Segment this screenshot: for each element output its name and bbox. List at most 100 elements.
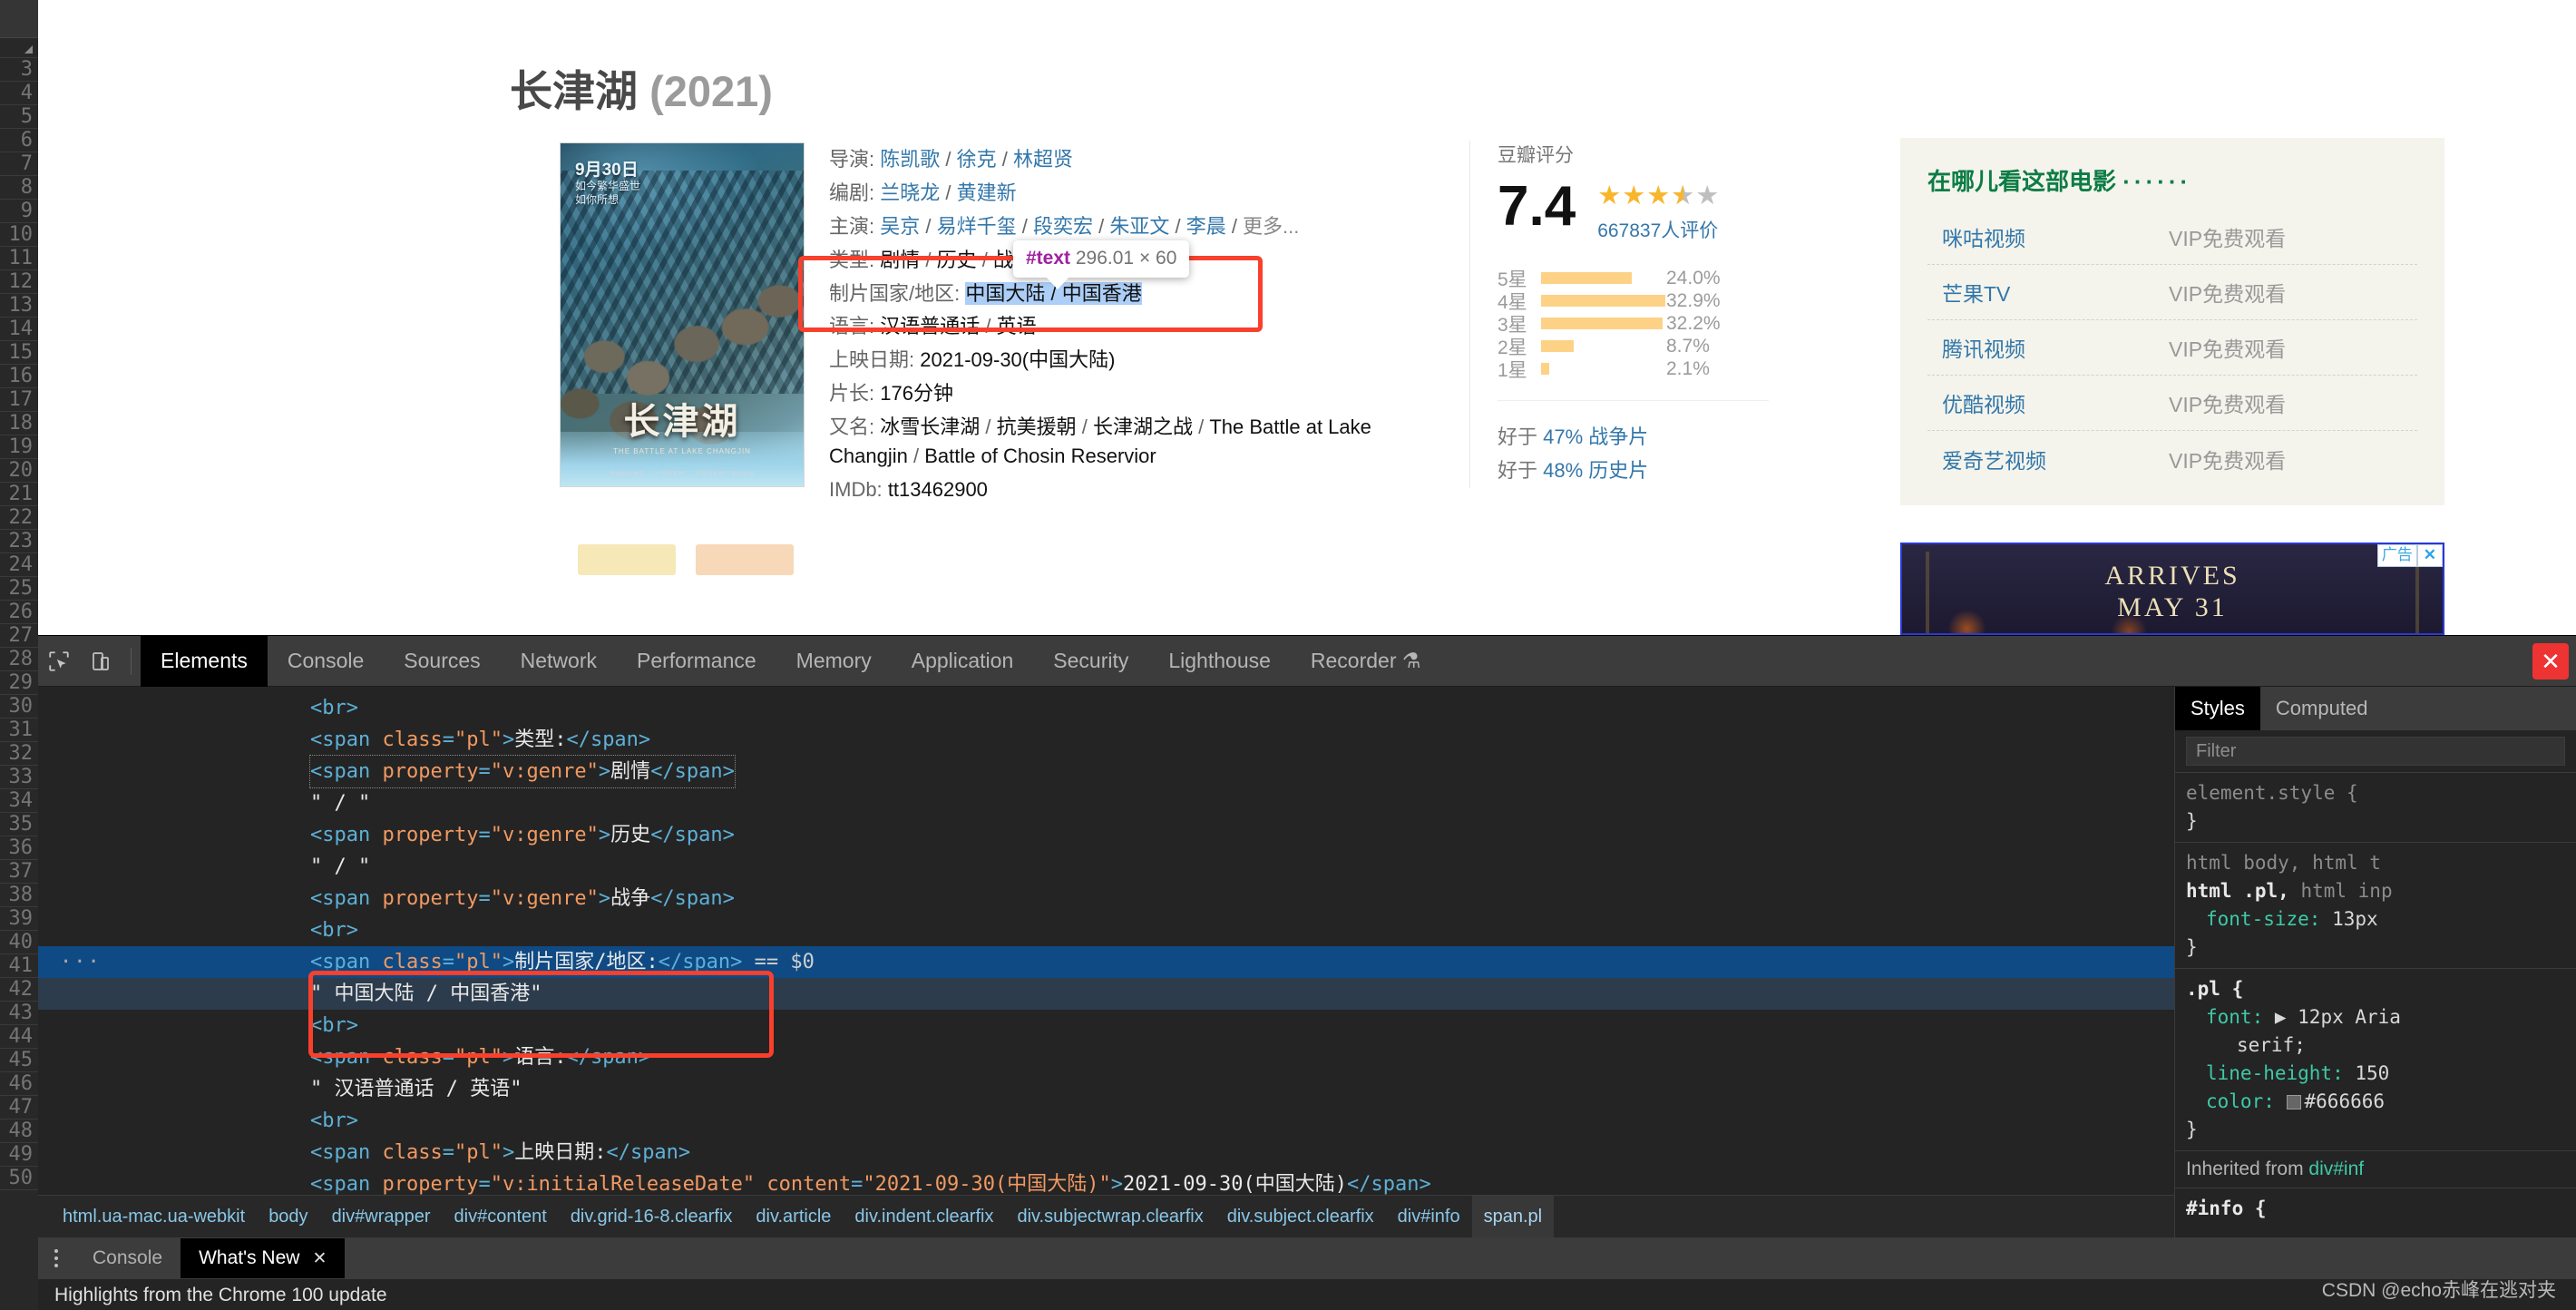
tab-network[interactable]: Network xyxy=(501,636,617,687)
breadcrumb-item[interactable]: div.subject.clearfix xyxy=(1215,1207,1386,1227)
breadcrumb-item[interactable]: div#wrapper xyxy=(320,1207,443,1227)
css-selector[interactable]: #info { xyxy=(2186,1195,2576,1223)
watch-provider-row[interactable]: 咪咕视频 VIP免费观看 xyxy=(1927,210,2417,265)
css-declaration[interactable]: color: #666666 xyxy=(2186,1088,2576,1116)
color-swatch-icon[interactable] xyxy=(2286,1095,2301,1110)
watch-provider-row[interactable]: 优酷视频 VIP免费观看 xyxy=(1927,376,2417,431)
dom-tree-line[interactable]: " 汉语普通话 / 英语" xyxy=(38,1073,2174,1105)
css-declaration[interactable]: font: ▶ 12px Aria xyxy=(2186,1003,2576,1031)
breadcrumb-item[interactable]: div#info xyxy=(1386,1207,1472,1227)
poster-tagline: 如今繁华盛世 如你所想 xyxy=(575,180,640,207)
more-options-icon[interactable] xyxy=(38,1249,74,1267)
dom-tree-line[interactable]: <span property="v:genre">历史</span> xyxy=(38,819,2174,851)
styles-filter-input[interactable]: Filter xyxy=(2186,737,2565,766)
css-rule[interactable]: element.style {} xyxy=(2175,772,2576,842)
dom-tree-line[interactable]: <span class="pl">上映日期:</span> xyxy=(38,1137,2174,1168)
ad-close-icon[interactable]: ✕ xyxy=(2416,544,2443,567)
close-icon[interactable]: ✕ xyxy=(2532,643,2569,679)
advertisement-banner[interactable]: ARRIVES MAY 31 广告 ✕ xyxy=(1900,543,2444,635)
tab-recorder[interactable]: Recorder ⚗ xyxy=(1291,636,1441,687)
inherited-from-target[interactable]: div#inf xyxy=(2308,1158,2364,1179)
watch-provider-row[interactable]: 爱奇艺视频 VIP免费观看 xyxy=(1927,431,2417,486)
better-than-percent[interactable]: 48% xyxy=(1543,459,1583,482)
elements-panel: <br> <span class="pl">类型:</span> <span pro… xyxy=(38,687,2174,1238)
tab-application[interactable]: Application xyxy=(892,636,1034,687)
dom-tree-line[interactable]: <span property="v:genre">剧情</span> xyxy=(38,755,2174,788)
dom-tree-line[interactable]: " / " xyxy=(38,851,2174,883)
tab-elements[interactable]: Elements xyxy=(141,635,268,687)
breadcrumb-item[interactable]: div.subjectwrap.clearfix xyxy=(1005,1207,1215,1227)
watch-provider-name[interactable]: 腾讯视频 xyxy=(1942,332,2169,363)
drawer-tab-console[interactable]: Console xyxy=(74,1238,181,1278)
movie-poster[interactable]: 9月30日 如今繁华盛世 如你所想 长津湖 THE BATTLE AT LAKE… xyxy=(560,142,805,487)
breadcrumb-item[interactable]: body xyxy=(257,1207,319,1227)
css-value[interactable]: #666666 xyxy=(2286,1090,2385,1112)
tab-lighthouse[interactable]: Lighthouse xyxy=(1148,636,1291,687)
info-more-link[interactable]: 更多... xyxy=(1243,215,1299,238)
watched-button[interactable] xyxy=(696,544,794,575)
watch-provider-name[interactable]: 咪咕视频 xyxy=(1942,221,2169,252)
star-filled-icon: ★ xyxy=(1622,181,1647,210)
dom-tree-line[interactable]: <br> xyxy=(38,692,2174,724)
rating-bar-row: 3星 32.2% xyxy=(1498,312,1796,336)
want-to-watch-button[interactable] xyxy=(578,544,676,575)
css-selector[interactable]: html body, html t html .pl, html inp xyxy=(2186,849,2576,905)
inspect-element-icon[interactable] xyxy=(38,640,80,682)
css-declaration[interactable]: font-size: 13px xyxy=(2186,905,2576,934)
css-value[interactable]: ▶ 12px Aria xyxy=(2275,1006,2401,1028)
css-selector[interactable]: element.style { xyxy=(2186,779,2576,807)
breadcrumb-item[interactable]: html.ua-mac.ua-webkit xyxy=(51,1207,257,1227)
drawer-tab-what-s-new[interactable]: What's New ✕ xyxy=(181,1238,346,1278)
info-value-link[interactable]: 陈凯歌 xyxy=(880,148,940,171)
info-value-link[interactable]: 朱亚文 xyxy=(1109,215,1169,238)
tab-security[interactable]: Security xyxy=(1033,636,1148,687)
info-value-link[interactable]: 李晨 xyxy=(1186,215,1226,238)
tab-styles[interactable]: Styles xyxy=(2175,687,2260,730)
css-rule[interactable]: .pl {font: ▶ 12px Aria serif; line-height:… xyxy=(2175,968,2576,1150)
watch-provider-row[interactable]: 芒果TV VIP免费观看 xyxy=(1927,265,2417,320)
dom-tree-line[interactable]: <br> xyxy=(38,914,2174,946)
dom-tree[interactable]: <br> <span class="pl">类型:</span> <span pro… xyxy=(38,687,2174,1200)
css-rule[interactable]: #info { xyxy=(2175,1188,2576,1229)
info-value-link[interactable]: 吴京 xyxy=(880,215,920,238)
close-icon[interactable]: ✕ xyxy=(312,1248,327,1269)
breadcrumb-item[interactable]: span.pl xyxy=(1471,1195,1555,1238)
device-toolbar-icon[interactable] xyxy=(80,640,122,682)
tab-console[interactable]: Console xyxy=(268,636,384,687)
better-than-genre[interactable]: 历史片 xyxy=(1588,459,1648,482)
dom-tree-line[interactable]: <span class="pl">类型:</span> xyxy=(38,724,2174,756)
css-value[interactable]: 150 xyxy=(2355,1062,2389,1084)
breadcrumb-item[interactable]: div.article xyxy=(744,1207,843,1227)
css-rule[interactable]: html body, html t html .pl, html inp font-… xyxy=(2175,842,2576,968)
info-value-link[interactable]: 兰晓龙 xyxy=(880,181,940,204)
watch-provider-name[interactable]: 优酷视频 xyxy=(1942,387,2169,418)
tab-memory[interactable]: Memory xyxy=(776,636,892,687)
gutter-line-number: 48 xyxy=(0,1119,38,1143)
tab-computed[interactable]: Computed xyxy=(2260,687,2384,730)
dom-tree-line[interactable]: " / " xyxy=(38,787,2174,819)
css-declaration[interactable]: line-height: 150 xyxy=(2186,1060,2576,1088)
tooltip-node-name: #text xyxy=(1026,248,1071,269)
gutter-line-number: 43 xyxy=(0,1002,38,1025)
rating-stars[interactable]: ★★★★ ★ xyxy=(1597,183,1720,210)
dom-tree-line[interactable]: <br> xyxy=(38,1105,2174,1137)
watch-provider-name[interactable]: 爱奇艺视频 xyxy=(1942,444,2169,474)
info-value-link[interactable]: 黄建新 xyxy=(957,181,1017,204)
tab-sources[interactable]: Sources xyxy=(384,636,500,687)
watch-provider-name[interactable]: 芒果TV xyxy=(1942,277,2169,308)
breadcrumb-item[interactable]: div#content xyxy=(443,1207,559,1227)
css-selector[interactable]: .pl { xyxy=(2186,975,2576,1003)
better-than-percent[interactable]: 47% xyxy=(1543,425,1583,448)
info-value-link[interactable]: 易烊千玺 xyxy=(937,215,1017,238)
tab-performance[interactable]: Performance xyxy=(617,636,776,687)
dom-tree-line[interactable]: <span property="v:genre">战争</span> xyxy=(38,883,2174,914)
css-value[interactable]: 13px xyxy=(2332,908,2378,930)
info-value-link[interactable]: 林超贤 xyxy=(1013,148,1073,171)
better-than-genre[interactable]: 战争片 xyxy=(1588,425,1648,448)
info-value-link[interactable]: 徐克 xyxy=(957,148,997,171)
watch-provider-row[interactable]: 腾讯视频 VIP免费观看 xyxy=(1927,320,2417,376)
breadcrumb-item[interactable]: div.indent.clearfix xyxy=(843,1207,1005,1227)
breadcrumb-item[interactable]: div.grid-16-8.clearfix xyxy=(559,1207,745,1227)
rating-count[interactable]: 667837人评价 xyxy=(1597,216,1720,243)
info-value-link[interactable]: 段奕宏 xyxy=(1033,215,1093,238)
